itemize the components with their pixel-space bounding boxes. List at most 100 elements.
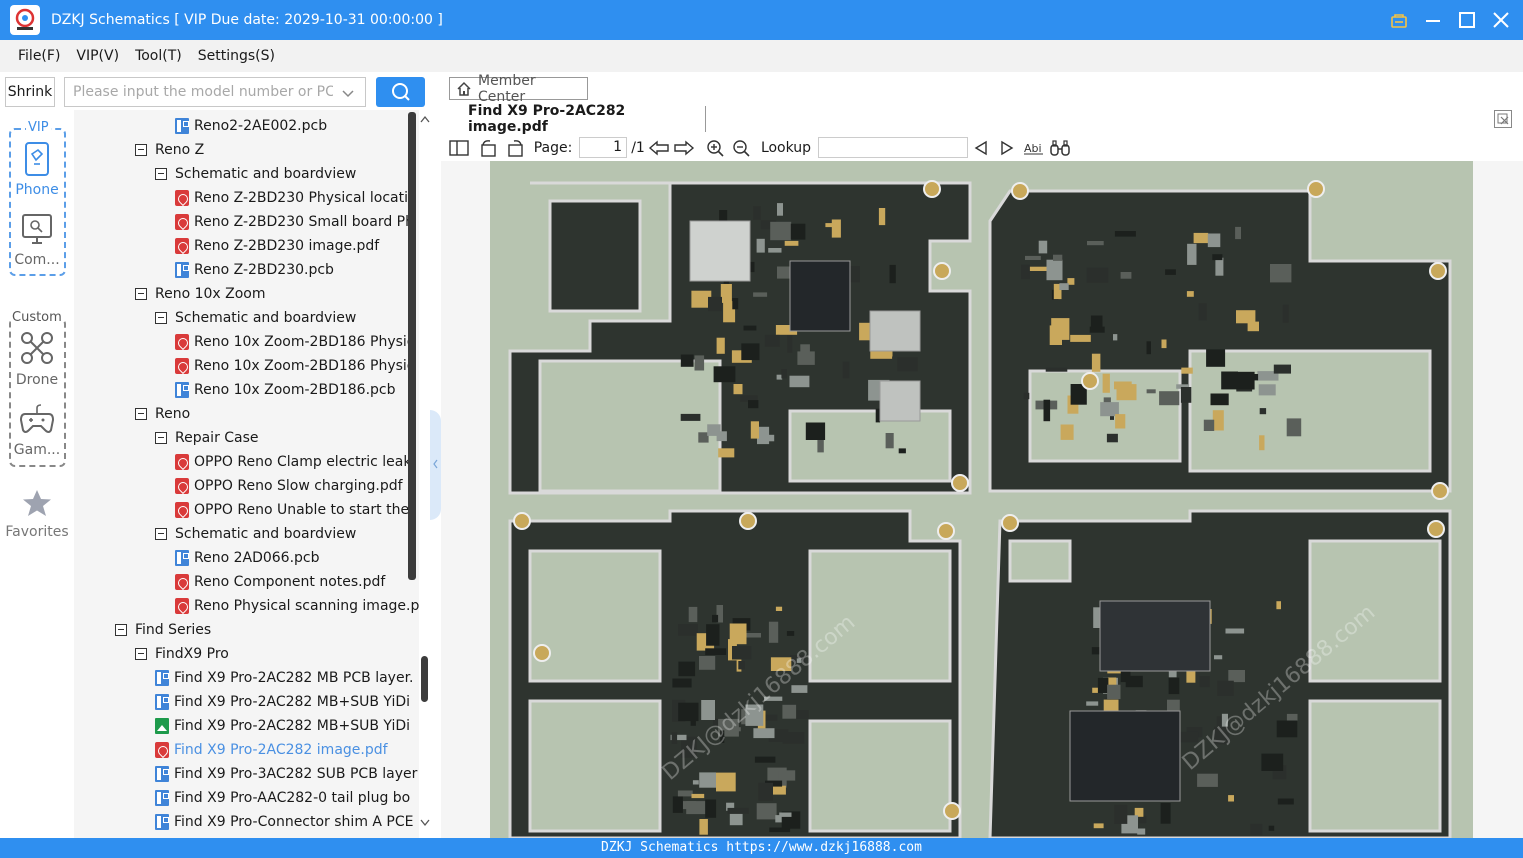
collapse-toggle-icon[interactable] bbox=[135, 288, 147, 300]
collapse-toggle-icon[interactable] bbox=[155, 168, 167, 180]
tree-node-label: Reno bbox=[155, 406, 191, 422]
rail-item-drone[interactable]: Drone bbox=[7, 330, 67, 388]
rail-item-phone[interactable]: Phone bbox=[7, 142, 67, 198]
tree-node-label: OPPO Reno Slow charging.pdf bbox=[194, 478, 403, 494]
shrink-button[interactable]: Shrink bbox=[5, 77, 55, 107]
collapse-toggle-icon[interactable] bbox=[115, 624, 127, 636]
pdf-file-icon bbox=[175, 454, 189, 470]
menu-file[interactable]: File(F) bbox=[18, 48, 60, 64]
tree-file-node[interactable]: Find X9 Pro-Connector shim A PCE bbox=[155, 810, 414, 834]
tree-file-node[interactable]: Reno Z-2BD230 Physical locatic bbox=[175, 186, 416, 210]
tree-file-node[interactable]: Reno 10x Zoom-2BD186 Physic bbox=[175, 330, 415, 354]
tree-file-node[interactable]: Reno Physical scanning image.p bbox=[175, 594, 419, 618]
tree-node-label: Reno Z bbox=[155, 142, 205, 158]
lookup-input[interactable] bbox=[818, 137, 968, 158]
search-button[interactable] bbox=[376, 77, 425, 107]
page-number-input[interactable]: 1 bbox=[579, 137, 627, 158]
tree-node-label: Find Series bbox=[135, 622, 212, 638]
tree-node-label: Find X9 Pro-2AC282 MB+SUB YiDi bbox=[174, 694, 411, 710]
tree-file-node[interactable]: Find X9 Pro-2AC282 MB+SUB YiDi bbox=[155, 714, 410, 738]
tree-folder-node[interactable]: Find Series bbox=[115, 618, 211, 642]
scrollbar-thumb[interactable] bbox=[421, 656, 428, 702]
tree-node-label: Repair Case bbox=[175, 430, 259, 446]
document-tab[interactable]: Find X9 Pro-2AC282 image.pdf bbox=[443, 103, 706, 135]
tree-file-node[interactable]: OPPO Reno Slow charging.pdf bbox=[175, 474, 403, 498]
rail-item-label: Phone bbox=[15, 182, 59, 198]
collapse-toggle-icon[interactable] bbox=[155, 528, 167, 540]
tree-file-node[interactable]: Find X9 Pro-3AC282 SUB PCB layer bbox=[155, 762, 417, 786]
tree-file-node[interactable]: OPPO Reno Unable to start the bbox=[175, 498, 409, 522]
rail-item-label: Drone bbox=[15, 372, 59, 388]
tree-file-node[interactable]: Reno 10x Zoom-2BD186.pcb bbox=[175, 378, 396, 402]
menu-tool[interactable]: Tool(T) bbox=[135, 48, 182, 64]
rail-item-favorites[interactable]: Favorites bbox=[2, 488, 72, 540]
document-viewer[interactable]: DZKJ@dzkj16888.com DZKJ@dzkj16888.com bbox=[441, 161, 1523, 838]
zoom-out-icon[interactable] bbox=[730, 134, 752, 161]
tree-file-node[interactable]: OPPO Reno Clamp electric leak bbox=[175, 450, 411, 474]
tree-file-node[interactable]: Reno 10x Zoom-2BD186 Physic bbox=[175, 354, 415, 378]
tree-folder-node[interactable]: Schematic and boardview bbox=[155, 522, 356, 546]
chevron-down-icon[interactable] bbox=[419, 818, 431, 828]
collapse-toggle-icon[interactable] bbox=[155, 312, 167, 324]
pcb-file-icon bbox=[155, 766, 169, 782]
menu-settings[interactable]: Settings(S) bbox=[198, 48, 275, 64]
search-combobox[interactable] bbox=[64, 77, 366, 107]
tree-file-node[interactable]: Reno Component notes.pdf bbox=[175, 570, 385, 594]
tree-node-label: Find X9 Pro-2AC282 image.pdf bbox=[174, 742, 388, 758]
tree-folder-node[interactable]: FindX9 Pro bbox=[135, 642, 229, 666]
chevron-up-icon[interactable] bbox=[419, 114, 431, 124]
tree-node-label: Find X9 Pro-3AC282 SUB PCB layer bbox=[174, 766, 418, 782]
collapse-toggle-icon[interactable] bbox=[135, 144, 147, 156]
rotate-right-icon[interactable] bbox=[503, 134, 527, 161]
tree-folder-node[interactable]: Reno Z bbox=[135, 138, 204, 162]
chevron-down-icon[interactable] bbox=[341, 86, 355, 100]
tree-file-node[interactable]: Find X9 Pro-2AC282 MB PCB layer. bbox=[155, 666, 413, 690]
tree-folder-node[interactable]: Reno 10x Zoom bbox=[135, 282, 266, 306]
find-next-icon[interactable] bbox=[997, 134, 1017, 161]
next-page-icon[interactable] bbox=[672, 134, 696, 161]
lock-icon[interactable] bbox=[1387, 8, 1411, 32]
sidebar-toggle-icon[interactable] bbox=[447, 134, 471, 161]
match-case-icon[interactable]: Abi bbox=[1023, 134, 1045, 161]
panel-collapse-handle[interactable] bbox=[430, 410, 441, 520]
tree-file-node[interactable]: Reno Z-2BD230 image.pdf bbox=[175, 234, 379, 258]
close-button[interactable] bbox=[1489, 8, 1513, 32]
collapse-toggle-icon[interactable] bbox=[155, 432, 167, 444]
tree-inner-scrollbar[interactable] bbox=[408, 112, 416, 580]
pdf-file-icon bbox=[175, 334, 189, 350]
menu-vip[interactable]: VIP(V) bbox=[76, 48, 119, 64]
tree-folder-node[interactable]: Schematic and boardview bbox=[155, 162, 356, 186]
tab-close-button[interactable] bbox=[1494, 110, 1512, 128]
minimize-button[interactable] bbox=[1421, 8, 1445, 32]
rail-item-computer[interactable]: Com... bbox=[7, 212, 67, 268]
rail-item-games[interactable]: Gam... bbox=[7, 402, 67, 458]
collapse-toggle-icon[interactable] bbox=[135, 408, 147, 420]
find-previous-icon[interactable] bbox=[971, 134, 991, 161]
rail-item-label: Favorites bbox=[5, 524, 69, 540]
tree-file-node[interactable]: Reno2-2AE002.pcb bbox=[175, 114, 327, 138]
prev-page-icon[interactable] bbox=[647, 134, 671, 161]
find-all-icon[interactable] bbox=[1048, 134, 1072, 161]
maximize-button[interactable] bbox=[1455, 8, 1479, 32]
pdf-file-icon bbox=[175, 502, 189, 518]
tree-file-node[interactable]: Reno 2AD066.pcb bbox=[175, 546, 320, 570]
member-center-button[interactable]: Member Center bbox=[449, 73, 588, 105]
collapse-toggle-icon[interactable] bbox=[135, 648, 147, 660]
tree-file-node[interactable]: Reno Z-2BD230 Small board Ph bbox=[175, 210, 414, 234]
tree-folder-node[interactable]: Schematic and boardview bbox=[155, 306, 356, 330]
tree-folder-node[interactable]: Repair Case bbox=[155, 426, 259, 450]
tree-file-node[interactable]: Find X9 Pro-2AC282 image.pdf bbox=[155, 738, 388, 762]
tree-file-node[interactable]: Find X9 Pro-AAC282-0 tail plug bo bbox=[155, 786, 410, 810]
page-label: Page: bbox=[533, 139, 573, 156]
pcb-file-icon bbox=[155, 694, 169, 710]
pdf-page[interactable]: DZKJ@dzkj16888.com DZKJ@dzkj16888.com bbox=[490, 161, 1473, 838]
tree-file-node[interactable]: Find X9 Pro-2AC282 MB+SUB YiDi bbox=[155, 690, 410, 714]
phone-icon bbox=[25, 142, 49, 176]
tree-file-node[interactable]: Reno Z-2BD230.pcb bbox=[175, 258, 334, 282]
rotate-left-icon[interactable] bbox=[477, 134, 501, 161]
search-input[interactable] bbox=[73, 84, 333, 100]
tree-folder-node[interactable]: Reno bbox=[135, 402, 190, 426]
pcb-file-icon bbox=[175, 262, 189, 278]
zoom-in-icon[interactable] bbox=[704, 134, 726, 161]
pdf-file-icon bbox=[175, 478, 189, 494]
